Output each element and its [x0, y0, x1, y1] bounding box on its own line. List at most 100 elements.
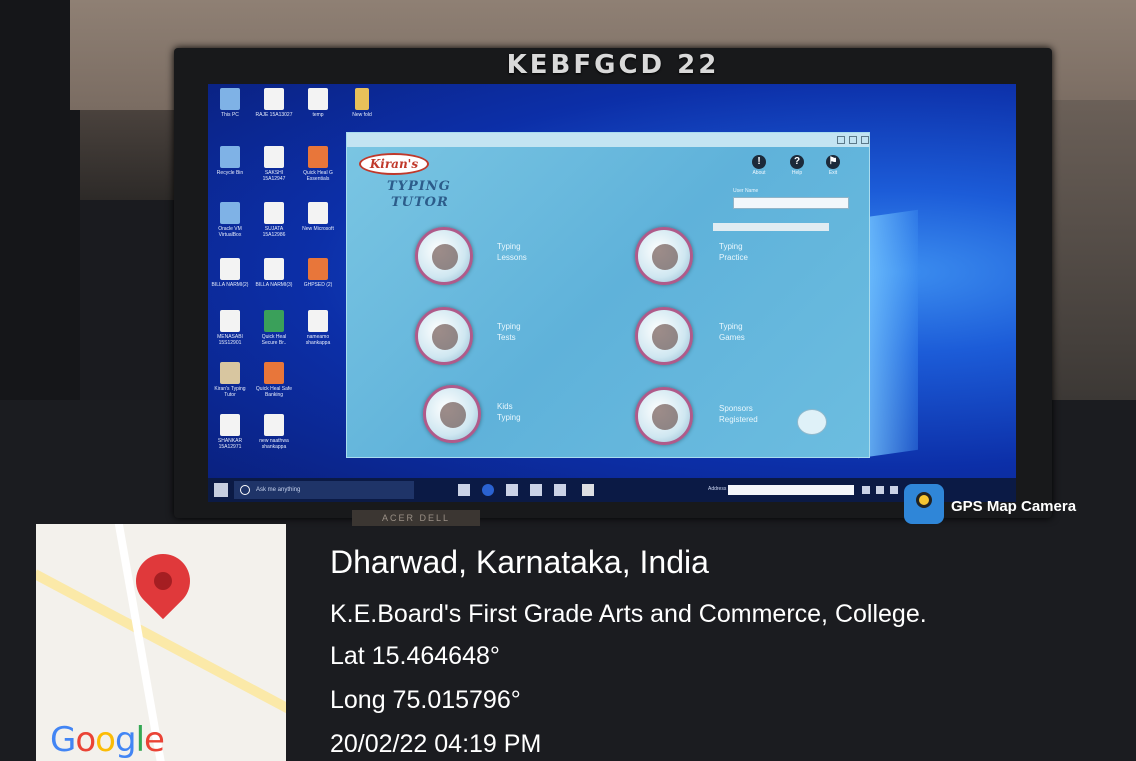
monitor-stand-label: ACER DELL: [352, 510, 480, 526]
file-icon: [264, 146, 284, 168]
address-bar[interactable]: [728, 485, 854, 495]
help-button[interactable]: ? Help: [787, 155, 807, 176]
maximize-button[interactable]: [849, 136, 857, 144]
windows-taskbar: Ask me anything Address: [208, 478, 1016, 502]
file-icon: [220, 414, 240, 436]
desktop-icon-new-folder[interactable]: New fold: [342, 88, 382, 132]
location-city: Dharwad, Karnataka, India: [330, 544, 709, 580]
user-info-bar: [713, 223, 829, 231]
gps-app-name: GPS Map Camera: [951, 498, 1077, 515]
recycle-bin-icon: [220, 146, 240, 168]
exit-button[interactable]: [797, 409, 827, 435]
app-heading-line2: TUTOR: [391, 195, 449, 210]
monitor-brand-label: KEBFGCD 22: [506, 50, 720, 80]
file-icon: [264, 88, 284, 110]
desktop-icon-safe-banking[interactable]: Quick Heal Safe Banking: [254, 362, 294, 406]
store-icon[interactable]: [530, 484, 542, 496]
desktop-icon-app[interactable]: GHPSED (2): [298, 258, 338, 302]
mail-icon[interactable]: [554, 484, 566, 496]
desktop-icon-virtualbox[interactable]: Oracle VM VirtualBox: [210, 202, 250, 246]
safe-banking-icon: [264, 362, 284, 384]
user-name-dropdown[interactable]: [733, 197, 849, 209]
desktop-icon-file[interactable]: SAKSHI 15A12947: [254, 146, 294, 190]
desktop-screen: This PC RAJE 15A13027 temp New fold Recy…: [208, 84, 1016, 502]
typing-tests-label: Typing Tests: [497, 322, 521, 342]
desktop-icon-recycle-bin[interactable]: Recycle Bin: [210, 146, 250, 190]
folder-icon: [355, 88, 369, 110]
file-icon: [264, 258, 284, 280]
desktop-icon-file[interactable]: SHANKAR 15A12971: [210, 414, 250, 458]
desktop-icon-file[interactable]: BILLA NARMI(2): [210, 258, 250, 302]
desktop-icon-file[interactable]: RAJE 15A13027: [254, 88, 294, 132]
typing-lessons-icon: [432, 244, 458, 270]
cortana-icon: [240, 485, 250, 495]
address-label: Address: [708, 486, 727, 492]
computer-icon: [220, 88, 240, 110]
kids-typing-icon: [440, 402, 466, 428]
help-icon: ?: [790, 155, 804, 169]
typing-practice-button[interactable]: [635, 227, 693, 285]
typing-games-label: Typing Games: [719, 322, 745, 342]
file-explorer-icon[interactable]: [506, 484, 518, 496]
monitor: KEBFGCD 22 This PC RAJE 15A13027 temp Ne…: [174, 48, 1052, 518]
typing-lessons-label: Typing Lessons: [497, 242, 527, 262]
map-thumbnail: Google: [36, 524, 286, 761]
quick-heal-icon: [308, 146, 328, 168]
exit-header-button[interactable]: ⚑ Exit: [823, 155, 843, 176]
file-icon: [308, 202, 328, 224]
typing-tutor-window: Kiran's TYPING TUTOR ! About ? Help ⚑ Ex…: [346, 132, 870, 458]
desktop-icon-file[interactable]: New Microsoft: [298, 202, 338, 246]
desktop-icon-file[interactable]: MENASABI 15S12901: [210, 310, 250, 354]
gps-map-camera-logo: [904, 484, 944, 524]
desktop-icon-file[interactable]: BILLA NARMI(3): [254, 258, 294, 302]
typing-tests-icon: [432, 324, 458, 350]
typing-tutor-taskbar-icon[interactable]: [582, 484, 594, 496]
app-heading-line1: TYPING: [387, 179, 451, 194]
longitude: Long 75.015796°: [330, 686, 521, 714]
network-icon[interactable]: [876, 486, 884, 494]
close-button[interactable]: [861, 136, 869, 144]
app-logo: Kiran's: [359, 153, 429, 175]
typing-games-icon: [652, 324, 678, 350]
task-view-icon[interactable]: [458, 484, 470, 496]
exit-icon: ⚑: [826, 155, 840, 169]
tray-chevron-icon[interactable]: [862, 486, 870, 494]
start-button[interactable]: [214, 483, 228, 497]
google-logo: Google: [50, 720, 165, 760]
cortana-search-box[interactable]: Ask me anything: [234, 481, 414, 499]
virtualbox-icon: [220, 202, 240, 224]
location-pin-dot: [154, 572, 172, 590]
info-icon: !: [752, 155, 766, 169]
kids-typing-label: Kids Typing: [497, 402, 521, 422]
volume-icon[interactable]: [890, 486, 898, 494]
typing-games-button[interactable]: [635, 307, 693, 365]
minimize-button[interactable]: [837, 136, 845, 144]
latitude: Lat 15.464648°: [330, 642, 500, 670]
typing-tutor-icon: [220, 362, 240, 384]
kids-typing-button[interactable]: [423, 385, 481, 443]
datetime: 20/02/22 04:19 PM: [330, 730, 542, 758]
desktop-icon-quick-heal[interactable]: Quick Heal G Essentials: [298, 146, 338, 190]
sponsors-icon: [652, 404, 678, 430]
sponsors-label: Sponsors Registered: [719, 404, 758, 424]
file-icon: [264, 414, 284, 436]
file-icon: [308, 310, 328, 332]
typing-practice-icon: [652, 244, 678, 270]
desktop-icon-this-pc[interactable]: This PC: [210, 88, 250, 132]
desktop-icon-file[interactable]: nameamo shankappa: [298, 310, 338, 354]
file-icon: [220, 258, 240, 280]
typing-tests-button[interactable]: [415, 307, 473, 365]
desktop-icon-file[interactable]: new naathwa shankappa: [254, 414, 294, 458]
edge-browser-icon[interactable]: [482, 484, 494, 496]
desktop-icon-quick-heal-secure[interactable]: Quick Heal Secure Br..: [254, 310, 294, 354]
file-icon: [308, 88, 328, 110]
desktop-icon-file[interactable]: SUJATA 15A12986: [254, 202, 294, 246]
typing-practice-label: Typing Practice: [719, 242, 748, 262]
user-name-label: User Name: [733, 188, 759, 194]
sponsors-button[interactable]: [635, 387, 693, 445]
typing-lessons-button[interactable]: [415, 227, 473, 285]
desktop-icon-file[interactable]: temp: [298, 88, 338, 132]
about-button[interactable]: ! About: [749, 155, 769, 176]
location-place: K.E.Board's First Grade Arts and Commerc…: [330, 600, 927, 628]
desktop-icon-typing-tutor[interactable]: Kiran's Typing Tutor: [210, 362, 250, 406]
